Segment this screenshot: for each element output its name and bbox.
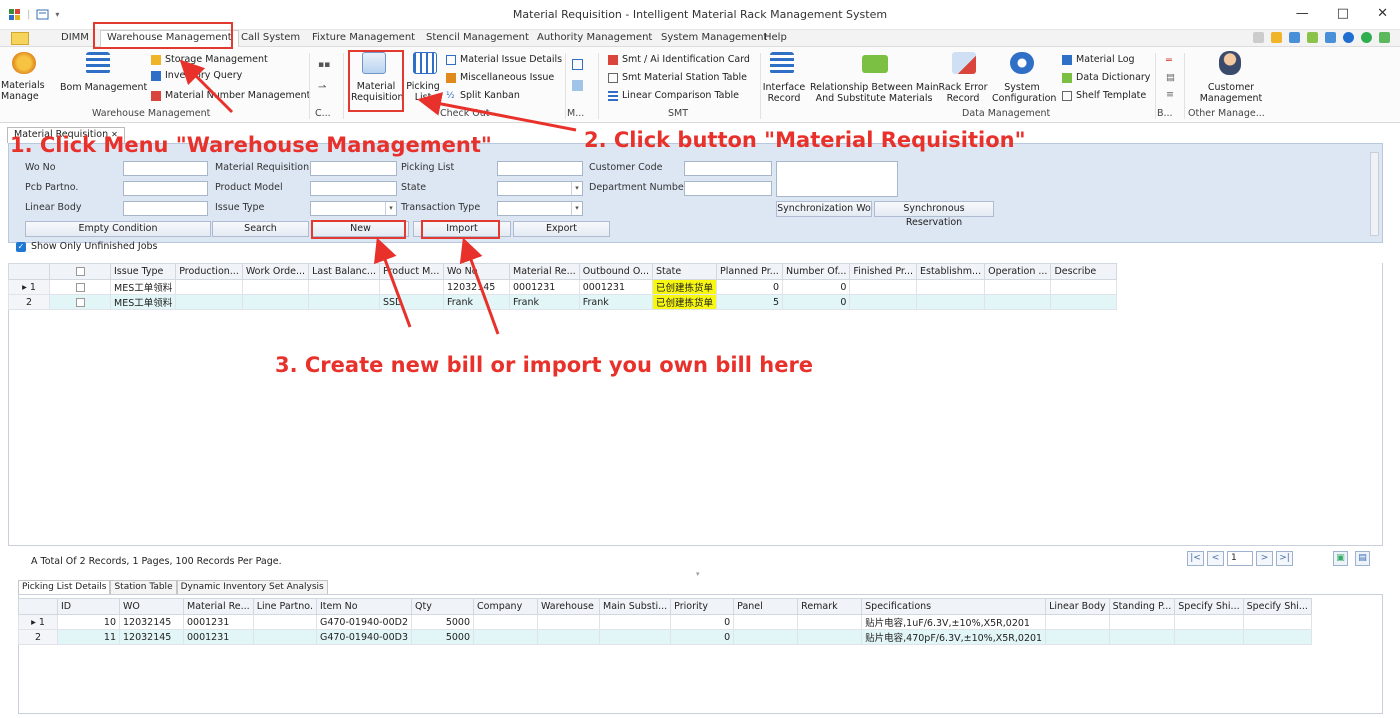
arrow-to-warehouse-menu <box>179 59 234 114</box>
annotation-step-3: 3. Create new bill or import you own bil… <box>275 353 814 377</box>
arrow-to-new-button <box>373 237 412 328</box>
annotation-step-2: 2. Click button "Material Requisition" <box>584 128 1026 152</box>
arrow-to-material-requisition <box>417 92 577 132</box>
arrow-to-import-button <box>459 237 500 335</box>
annotation-step-1: 1. Click Menu "Warehouse Management" <box>10 133 492 157</box>
